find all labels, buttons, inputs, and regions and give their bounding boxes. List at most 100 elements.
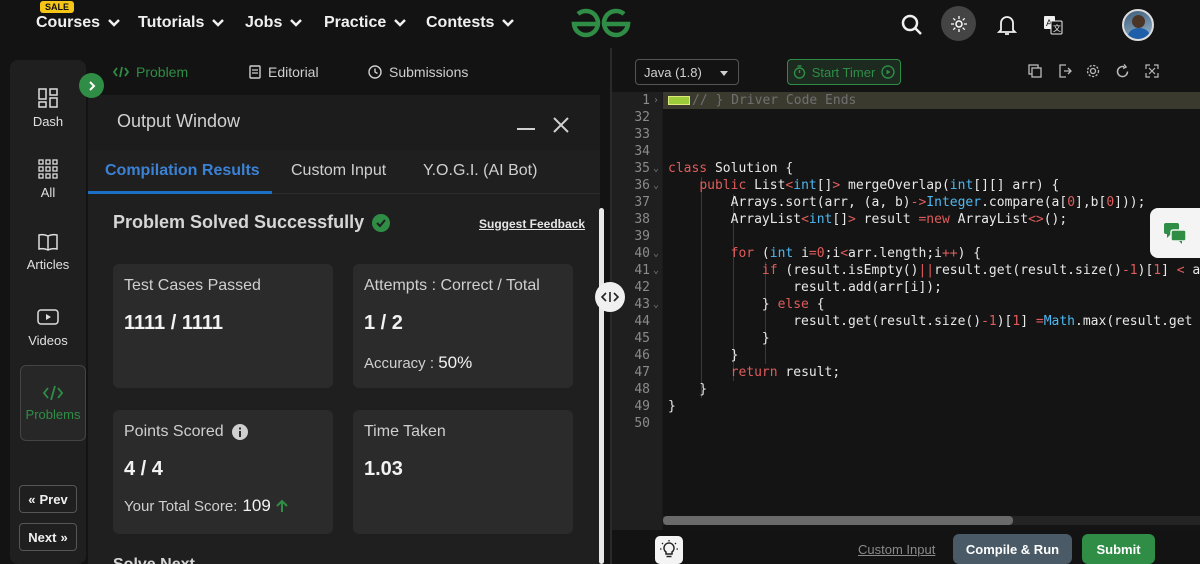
- arrow-up-icon: [276, 499, 288, 512]
- output-tabs: Compilation Results Custom Input Y.O.G.I…: [88, 150, 600, 194]
- compile-run-button[interactable]: Compile & Run: [953, 534, 1072, 564]
- video-icon: [37, 308, 59, 325]
- svg-text:文: 文: [1053, 23, 1061, 33]
- reset-icon[interactable]: [1115, 64, 1130, 79]
- editor-horizontal-scrollbar[interactable]: [663, 516, 1013, 525]
- resize-arrows-icon: [601, 292, 619, 302]
- sidebar-item-videos[interactable]: Videos: [10, 290, 86, 366]
- gfg-logo[interactable]: [570, 8, 632, 40]
- grid-icon: [38, 158, 58, 179]
- sidebar-item-label: Dash: [32, 113, 64, 129]
- sidebar-item-label: All: [40, 184, 56, 200]
- attempts-card: Attempts : Correct / Total 1 / 2 Accurac…: [353, 264, 573, 388]
- nav-courses-label: Courses: [36, 14, 101, 31]
- sidebar-item-dash[interactable]: Dash: [10, 70, 86, 146]
- active-tab-indicator: [88, 191, 272, 194]
- card-value: 1 / 2: [364, 312, 403, 334]
- chat-button[interactable]: [1150, 208, 1200, 258]
- tab-custom-input[interactable]: Custom Input: [291, 162, 386, 180]
- output-window-title: Output Window: [117, 111, 241, 131]
- sidebar-item-problems[interactable]: Problems: [20, 365, 86, 441]
- lightbulb-icon: [660, 540, 678, 558]
- close-icon[interactable]: [552, 116, 570, 134]
- top-navbar: SALE Courses Tutorials Jobs Practice Con…: [0, 0, 1200, 48]
- status-text: Problem Solved Successfully: [113, 212, 365, 232]
- chevron-down-icon: [502, 19, 515, 27]
- code-icon: [43, 385, 63, 400]
- language-value: Java (1.8): [644, 65, 702, 80]
- output-window-header: Output Window: [88, 95, 600, 150]
- sale-badge: SALE: [40, 1, 75, 13]
- prev-label: Prev: [39, 491, 68, 507]
- output-scrollbar[interactable]: [599, 208, 604, 564]
- tab-yogi-ai-bot[interactable]: Y.O.G.I. (AI Bot): [423, 162, 537, 180]
- expand-sidebar-button[interactable]: [79, 73, 104, 98]
- settings-icon[interactable]: [1086, 64, 1100, 78]
- tab-submissions[interactable]: Submissions: [368, 64, 468, 80]
- prev-button[interactable]: « Prev: [19, 485, 77, 513]
- chevron-down-icon: [108, 19, 120, 27]
- card-label-row: Points Scored: [124, 423, 248, 441]
- export-icon[interactable]: [1058, 64, 1072, 78]
- document-icon: [249, 65, 261, 79]
- accuracy-row: Accuracy : 50%: [364, 353, 472, 373]
- start-timer-label: Start Timer: [811, 64, 876, 80]
- tab-editorial[interactable]: Editorial: [249, 64, 319, 80]
- fullscreen-icon[interactable]: [1145, 64, 1159, 78]
- copy-icon[interactable]: [1028, 64, 1042, 78]
- clock-icon: [368, 65, 382, 79]
- translate-icon[interactable]: A文: [1038, 10, 1068, 40]
- collapsed-code-marker[interactable]: [668, 96, 690, 105]
- nav-contests-label: Contests: [426, 14, 495, 31]
- editor-toolbar: Java (1.8) Start Timer: [612, 52, 1200, 92]
- info-icon[interactable]: [231, 424, 248, 440]
- status-message: Problem Solved Successfully: [113, 212, 391, 233]
- chevron-right-icon: [88, 80, 95, 91]
- nav-contests[interactable]: Contests: [426, 14, 515, 32]
- total-score-label: Your Total Score:: [124, 497, 238, 515]
- dashboard-icon: [38, 87, 58, 108]
- tab-submissions-label: Submissions: [389, 64, 469, 80]
- points-card: Points Scored 4 / 4 Your Total Score: 10…: [113, 410, 333, 534]
- timer-icon: [793, 65, 805, 79]
- tab-problem[interactable]: Problem: [113, 64, 188, 80]
- book-icon: [38, 233, 58, 251]
- nav-jobs[interactable]: Jobs: [245, 14, 303, 32]
- nav-jobs-label: Jobs: [245, 14, 283, 31]
- code-editor[interactable]: 1 ›// } Driver Code Ends 32 33 34 35 ⌄ clas…: [612, 92, 1200, 530]
- card-label: Time Taken: [364, 423, 446, 440]
- accuracy-value: 50%: [438, 353, 473, 372]
- sidebar-item-articles[interactable]: Articles: [10, 214, 86, 290]
- nav-courses[interactable]: Courses: [36, 14, 121, 32]
- play-circle-icon: [881, 65, 895, 79]
- sidebar-item-label: Articles: [26, 256, 70, 272]
- nav-tutorials[interactable]: Tutorials: [138, 14, 225, 32]
- submit-button[interactable]: Submit: [1082, 534, 1155, 564]
- bell-icon[interactable]: [992, 10, 1022, 40]
- suggest-feedback-link[interactable]: Suggest Feedback: [479, 217, 585, 231]
- avatar[interactable]: [1122, 9, 1154, 41]
- sidebar-item-label: Problems: [25, 406, 81, 422]
- hint-button[interactable]: [655, 536, 683, 564]
- minimize-icon[interactable]: [516, 127, 536, 131]
- theme-toggle-button[interactable]: [941, 6, 976, 41]
- sidebar-item-all[interactable]: All: [10, 141, 86, 217]
- start-timer-button[interactable]: Start Timer: [787, 59, 901, 85]
- solve-next-heading: Solve Next: [113, 556, 195, 564]
- card-label: Test Cases Passed: [124, 277, 261, 294]
- chevron-down-icon: [212, 19, 225, 27]
- card-value: 1111 / 1111: [124, 312, 224, 334]
- custom-input-link[interactable]: Custom Input: [858, 542, 935, 557]
- nav-practice-label: Practice: [324, 14, 387, 31]
- search-icon[interactable]: [897, 10, 927, 40]
- nav-practice[interactable]: Practice: [324, 14, 407, 32]
- next-label: Next: [28, 529, 57, 545]
- language-select[interactable]: Java (1.8): [635, 59, 739, 85]
- tab-compilation-results[interactable]: Compilation Results: [105, 162, 260, 180]
- resize-handle[interactable]: [595, 282, 625, 312]
- next-button[interactable]: Next »: [19, 523, 77, 551]
- code-icon: [113, 66, 129, 78]
- output-window: Output Window Compilation Results Custom…: [88, 95, 600, 564]
- test-cases-card: Test Cases Passed 1111 / 1111: [113, 264, 333, 388]
- tab-problem-label: Problem: [136, 64, 189, 80]
